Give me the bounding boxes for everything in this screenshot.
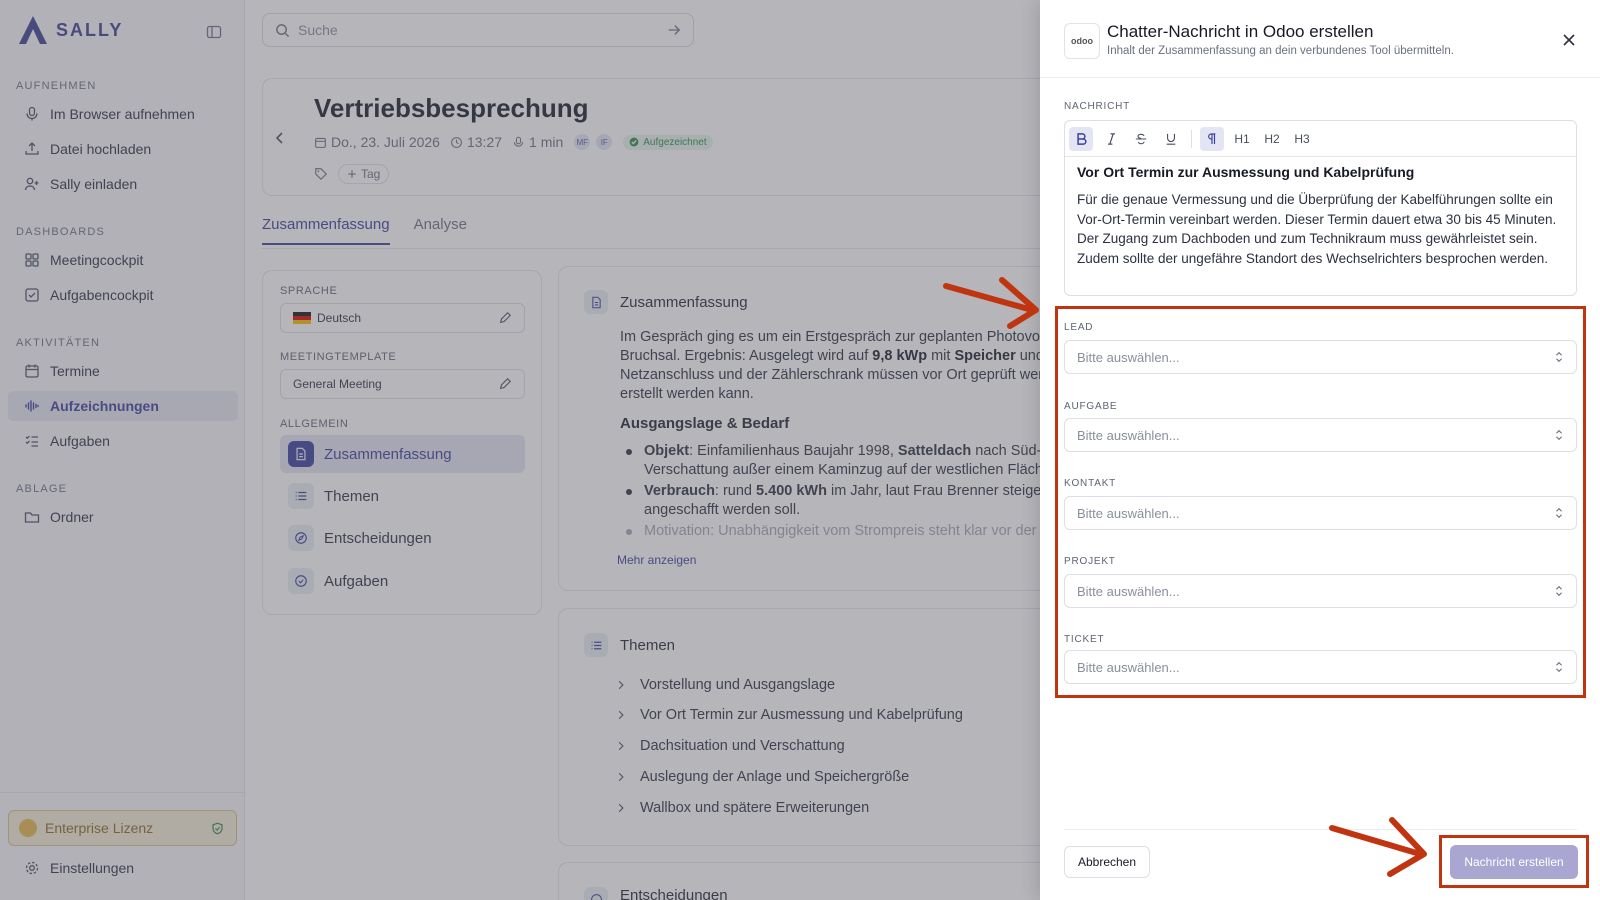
- strikethrough-icon: [1135, 133, 1147, 144]
- heading3-button[interactable]: H3: [1290, 127, 1314, 151]
- pilcrow-icon: [1208, 132, 1216, 144]
- toolbar-separator: [1191, 129, 1192, 148]
- bold-icon: [1076, 132, 1086, 145]
- italic-icon: [1107, 132, 1115, 145]
- strikethrough-button[interactable]: [1129, 127, 1153, 151]
- odoo-logo-text: odoo: [1071, 36, 1093, 46]
- ticket-label: TICKET: [1064, 634, 1105, 645]
- task-label: AUFGABE: [1064, 401, 1118, 412]
- lead-select[interactable]: Bitte auswählen...: [1064, 340, 1577, 374]
- odoo-logo: odoo: [1064, 23, 1100, 59]
- select-placeholder: Bitte auswählen...: [1077, 427, 1180, 443]
- editor-toolbar: H1 H2 H3: [1065, 121, 1576, 157]
- contact-label: KONTAKT: [1064, 478, 1117, 489]
- close-icon[interactable]: [1562, 33, 1576, 47]
- drawer-subtitle: Inhalt der Zusammenfassung an dein verbu…: [1107, 45, 1454, 57]
- contact-select[interactable]: Bitte auswählen...: [1064, 496, 1577, 530]
- chevron-up-down-icon: [1556, 429, 1562, 441]
- lead-label: LEAD: [1064, 322, 1094, 333]
- task-select[interactable]: Bitte auswählen...: [1064, 418, 1577, 452]
- heading2-button[interactable]: H2: [1260, 127, 1284, 151]
- project-label: PROJEKT: [1064, 556, 1116, 567]
- cancel-button[interactable]: Abbrechen: [1064, 846, 1150, 878]
- drawer-footer-divider: [1064, 829, 1577, 830]
- annotation-arrow-icon: [1329, 817, 1427, 877]
- create-message-button[interactable]: Nachricht erstellen: [1450, 845, 1578, 879]
- editor-body: Für die genaue Vermessung und die Überpr…: [1077, 192, 1557, 266]
- editor-heading: Vor Ort Termin zur Ausmessung und Kabelp…: [1077, 164, 1415, 180]
- select-placeholder: Bitte auswählen...: [1077, 659, 1180, 675]
- underline-button[interactable]: [1159, 127, 1183, 151]
- chevron-up-down-icon: [1556, 351, 1562, 363]
- italic-button[interactable]: [1099, 127, 1123, 151]
- modal-backdrop[interactable]: [0, 0, 1040, 900]
- bold-button[interactable]: [1069, 126, 1093, 151]
- chevron-up-down-icon: [1556, 661, 1562, 673]
- select-placeholder: Bitte auswählen...: [1077, 505, 1180, 521]
- chevron-up-down-icon: [1556, 585, 1562, 597]
- chevron-up-down-icon: [1556, 507, 1562, 519]
- underline-icon: [1166, 133, 1176, 145]
- drawer-title: Chatter-Nachricht in Odoo erstellen: [1107, 22, 1374, 41]
- paragraph-button[interactable]: [1200, 126, 1224, 151]
- select-placeholder: Bitte auswählen...: [1077, 583, 1180, 599]
- project-select[interactable]: Bitte auswählen...: [1064, 574, 1577, 608]
- drawer-header-divider: [1040, 77, 1600, 78]
- heading1-button[interactable]: H1: [1230, 127, 1254, 151]
- select-placeholder: Bitte auswählen...: [1077, 349, 1180, 365]
- annotation-arrow-icon: [943, 277, 1039, 329]
- ticket-select[interactable]: Bitte auswählen...: [1064, 650, 1577, 684]
- message-label: NACHRICHT: [1064, 101, 1131, 112]
